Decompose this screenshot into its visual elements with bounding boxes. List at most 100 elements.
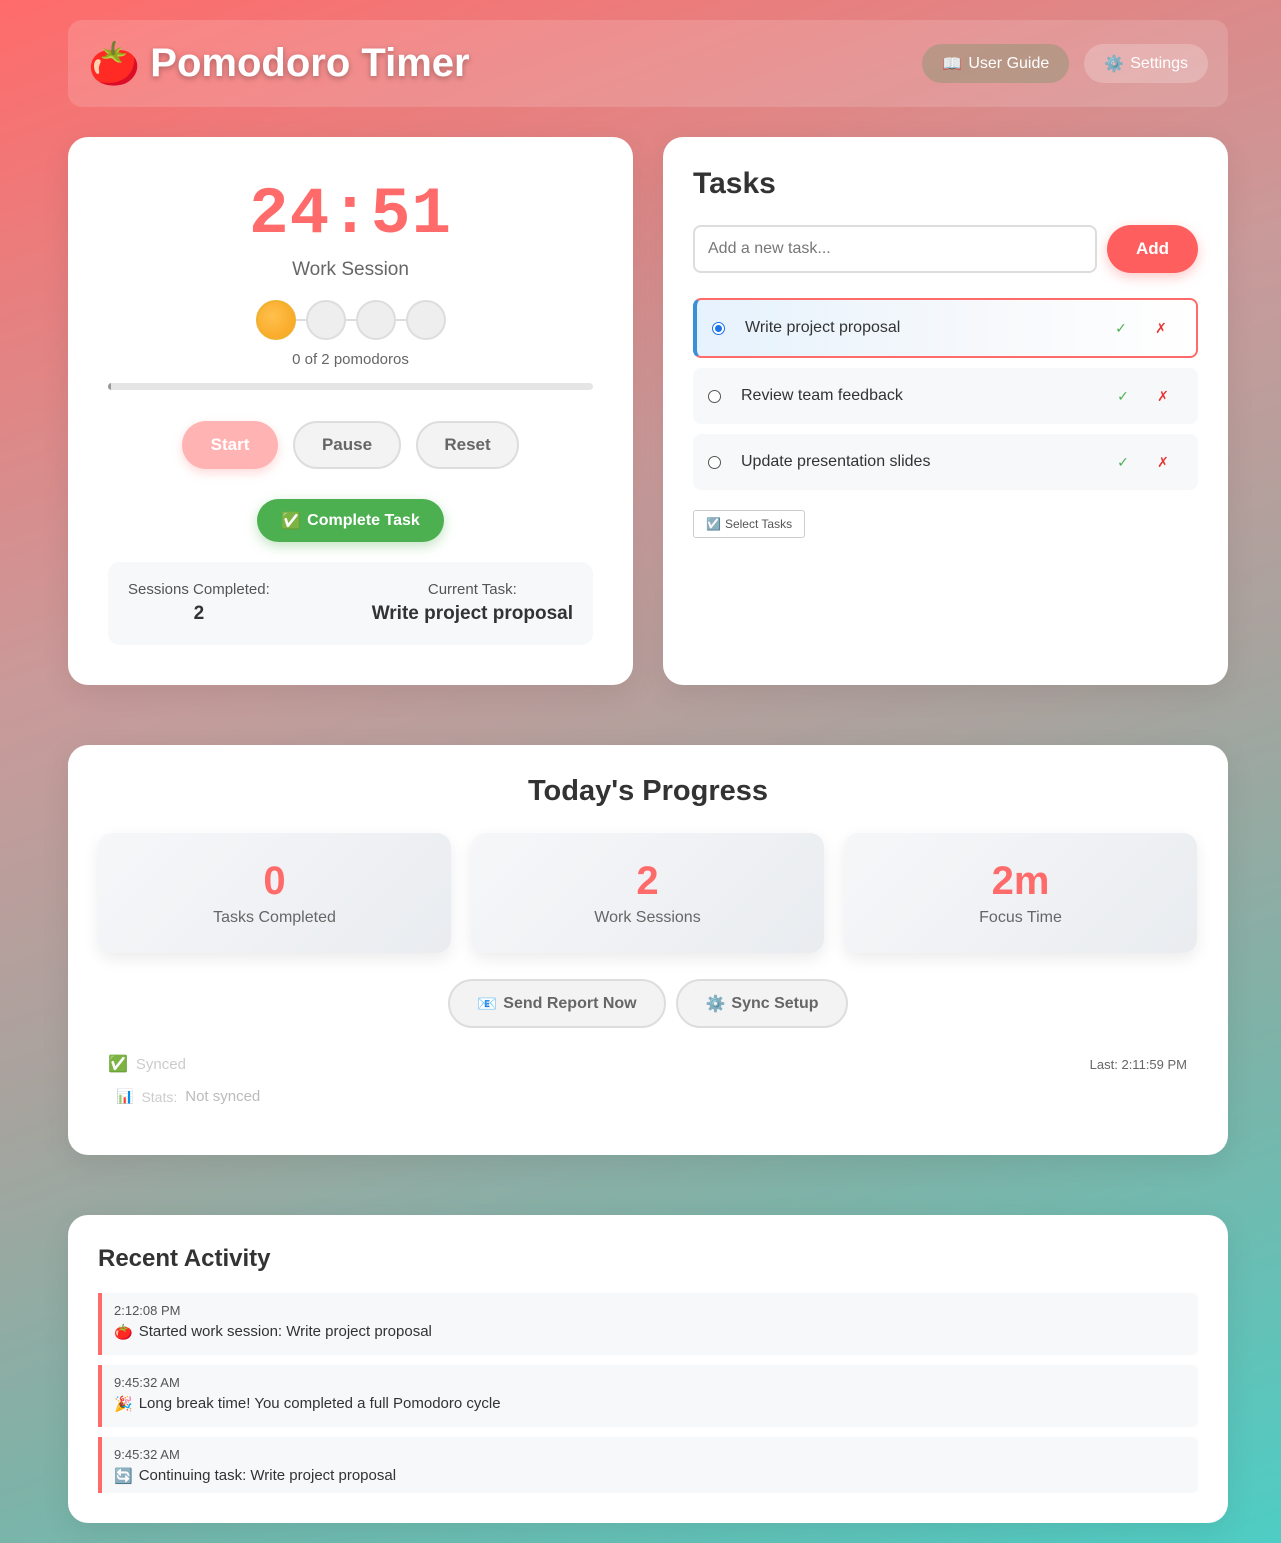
send-report-label: Send Report Now bbox=[503, 994, 637, 1012]
complete-task-icon[interactable]: ✓ bbox=[1103, 454, 1143, 471]
new-task-input[interactable] bbox=[693, 225, 1097, 273]
progress-title: Today's Progress bbox=[527, 775, 769, 807]
reset-button[interactable]: Reset bbox=[416, 421, 519, 469]
delete-task-icon[interactable]: ✗ bbox=[1141, 320, 1181, 337]
timer-display: 24:51 bbox=[248, 177, 453, 252]
stats-sync-label: Stats: bbox=[141, 1088, 178, 1105]
pomodoro-dot bbox=[306, 300, 346, 340]
stat-focus-time: 2m Focus Time bbox=[844, 833, 1197, 953]
task-list: Write project proposal ✓ ✗ Review team f… bbox=[693, 298, 1198, 500]
stats-sync-row: 📊 Stats: Not synced bbox=[116, 1088, 260, 1105]
stats-sync-value: Not synced bbox=[185, 1088, 261, 1105]
session-progress-fill bbox=[108, 383, 111, 390]
activity-list: 2:12:08 PM 🍅 Started work session: Write… bbox=[98, 1293, 1198, 1493]
stat-value: 2m bbox=[991, 859, 1050, 903]
sync-status-row: ✅ Synced Last: 2:11:59 PM bbox=[108, 1054, 1187, 1074]
stat-label: Tasks Completed bbox=[213, 909, 336, 926]
pause-button[interactable]: Pause bbox=[293, 421, 401, 469]
current-task-value: Write project proposal bbox=[371, 603, 573, 624]
timer-controls: Start Pause Reset bbox=[68, 421, 633, 469]
start-button[interactable]: Start bbox=[182, 421, 278, 469]
sync-status-text: Synced bbox=[135, 1055, 186, 1073]
gear-icon: ⚙️ bbox=[705, 995, 726, 1013]
app-title: Pomodoro Timer bbox=[150, 41, 470, 85]
delete-task-icon[interactable]: ✗ bbox=[1143, 388, 1183, 405]
sync-setup-label: Sync Setup bbox=[731, 994, 819, 1012]
pomodoro-dot bbox=[256, 300, 296, 340]
activity-panel: Recent Activity 2:12:08 PM 🍅 Started wor… bbox=[68, 1215, 1228, 1523]
task-item[interactable]: Update presentation slides ✓ ✗ bbox=[693, 434, 1198, 490]
header-actions: 📖 User Guide ⚙️ Settings bbox=[922, 44, 1208, 83]
activity-message: 🍅 Started work session: Write project pr… bbox=[114, 1323, 1186, 1341]
gear-icon: ⚙️ bbox=[1104, 55, 1125, 73]
last-sync-time: Last: 2:11:59 PM bbox=[1089, 1056, 1187, 1072]
task-radio[interactable] bbox=[708, 389, 721, 403]
stat-cards: 0 Tasks Completed 2 Work Sessions 2m Foc… bbox=[98, 833, 1197, 953]
sessions-completed: Sessions Completed: 2 bbox=[128, 562, 270, 645]
stat-tasks-completed: 0 Tasks Completed bbox=[98, 833, 451, 953]
select-tasks-button[interactable]: ☑️ Select Tasks bbox=[693, 510, 806, 538]
task-item[interactable]: Write project proposal ✓ ✗ bbox=[693, 298, 1198, 358]
session-progress-bar bbox=[108, 383, 593, 390]
progress-panel: Today's Progress 0 Tasks Completed 2 Wor… bbox=[68, 745, 1228, 1155]
report-actions: 📧 Send Report Now ⚙️ Sync Setup bbox=[68, 979, 1228, 1028]
sync-status: ✅ Synced bbox=[108, 1054, 186, 1074]
complete-task-icon[interactable]: ✓ bbox=[1101, 320, 1141, 337]
sessions-completed-value: 2 bbox=[193, 603, 205, 624]
check-icon: ✅ bbox=[281, 512, 302, 530]
task-radio[interactable] bbox=[708, 455, 721, 469]
stat-label: Focus Time bbox=[979, 909, 1062, 926]
dot-connector bbox=[296, 319, 306, 321]
task-radio[interactable] bbox=[712, 321, 725, 335]
stat-label: Work Sessions bbox=[594, 909, 701, 926]
stat-value: 0 bbox=[263, 859, 286, 903]
task-name: Review team feedback bbox=[741, 387, 903, 404]
activity-time: 9:45:32 AM bbox=[114, 1375, 180, 1390]
timer-panel: 24:51 Work Session 0 of 2 pomodoros Star… bbox=[68, 137, 633, 685]
pomodoro-count: 0 of 2 pomodoros bbox=[292, 351, 409, 368]
pomodoro-dot bbox=[406, 300, 446, 340]
delete-task-icon[interactable]: ✗ bbox=[1143, 454, 1183, 471]
repeat-icon: 🔄 bbox=[114, 1468, 133, 1485]
activity-message: 🔄 Continuing task: Write project proposa… bbox=[114, 1467, 1186, 1485]
check-icon: ✅ bbox=[108, 1056, 128, 1073]
complete-task-icon[interactable]: ✓ bbox=[1103, 388, 1143, 405]
tasks-panel: Tasks Add Write project proposal ✓ ✗ Rev… bbox=[663, 137, 1228, 685]
activity-time: 2:12:08 PM bbox=[114, 1303, 181, 1318]
activity-text: Started work session: Write project prop… bbox=[138, 1323, 432, 1340]
tomato-icon: 🍅 bbox=[88, 39, 141, 87]
checkbox-icon: ☑️ bbox=[706, 517, 721, 531]
email-icon: 📧 bbox=[477, 995, 498, 1013]
dot-connector bbox=[396, 319, 406, 321]
select-tasks-label: Select Tasks bbox=[724, 517, 793, 531]
stat-value: 2 bbox=[636, 859, 659, 903]
pomodoro-dots bbox=[256, 300, 446, 340]
complete-task-button[interactable]: ✅ Complete Task bbox=[257, 499, 444, 542]
activity-text: Long break time! You completed a full Po… bbox=[138, 1395, 501, 1412]
add-task-button[interactable]: Add bbox=[1107, 225, 1198, 273]
dot-connector bbox=[346, 319, 356, 321]
activity-item: 9:45:32 AM 🔄 Continuing task: Write proj… bbox=[98, 1437, 1198, 1493]
settings-button[interactable]: ⚙️ Settings bbox=[1084, 44, 1208, 83]
tasks-title: Tasks bbox=[693, 167, 776, 200]
send-report-button[interactable]: 📧 Send Report Now bbox=[448, 979, 666, 1028]
current-task-label: Current Task: bbox=[427, 581, 517, 598]
pomodoro-dot bbox=[356, 300, 396, 340]
task-name: Update presentation slides bbox=[741, 453, 931, 470]
session-label: Work Session bbox=[292, 259, 409, 280]
session-stats: Sessions Completed: 2 Current Task: Writ… bbox=[108, 562, 593, 645]
user-guide-label: User Guide bbox=[968, 54, 1050, 72]
task-item[interactable]: Review team feedback ✓ ✗ bbox=[693, 368, 1198, 424]
user-guide-button[interactable]: 📖 User Guide bbox=[922, 44, 1070, 83]
activity-title: Recent Activity bbox=[98, 1245, 271, 1272]
task-name: Write project proposal bbox=[745, 319, 901, 336]
sync-setup-button[interactable]: ⚙️ Sync Setup bbox=[676, 979, 848, 1028]
current-task: Current Task: Write project proposal bbox=[372, 562, 573, 645]
sessions-completed-label: Sessions Completed: bbox=[128, 581, 270, 598]
activity-item: 2:12:08 PM 🍅 Started work session: Write… bbox=[98, 1293, 1198, 1355]
stat-work-sessions: 2 Work Sessions bbox=[471, 833, 824, 953]
app-header: 🍅 Pomodoro Timer 📖 User Guide ⚙️ Setting… bbox=[68, 20, 1228, 107]
book-icon: 📖 bbox=[942, 55, 963, 73]
activity-message: 🎉 Long break time! You completed a full … bbox=[114, 1395, 1186, 1413]
brand: 🍅 Pomodoro Timer bbox=[88, 41, 470, 86]
